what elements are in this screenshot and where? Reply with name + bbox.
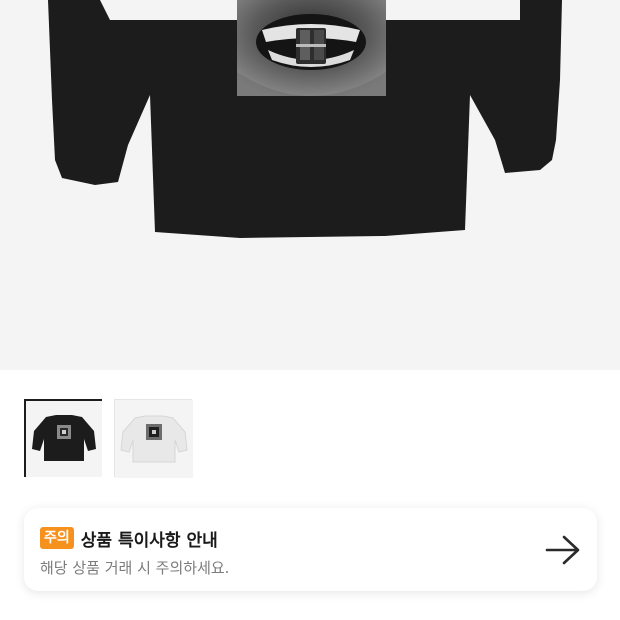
- caution-badge: 주의: [40, 527, 74, 549]
- notice-subtitle: 해당 상품 거래 시 주의하세요.: [40, 559, 230, 577]
- product-main-image: [0, 0, 620, 370]
- arrow-right-icon[interactable]: [545, 534, 581, 566]
- product-notice-card[interactable]: 주의 상품 특이사항 안내 해당 상품 거래 시 주의하세요.: [24, 508, 597, 591]
- thumbnail-black-shirt[interactable]: [24, 399, 102, 477]
- notice-header: 주의 상품 특이사항 안내: [40, 526, 581, 551]
- thumbnail-white-shirt[interactable]: [114, 399, 193, 478]
- thumbnail-list: [24, 399, 193, 478]
- notice-title: 상품 특이사항 안내: [80, 530, 218, 551]
